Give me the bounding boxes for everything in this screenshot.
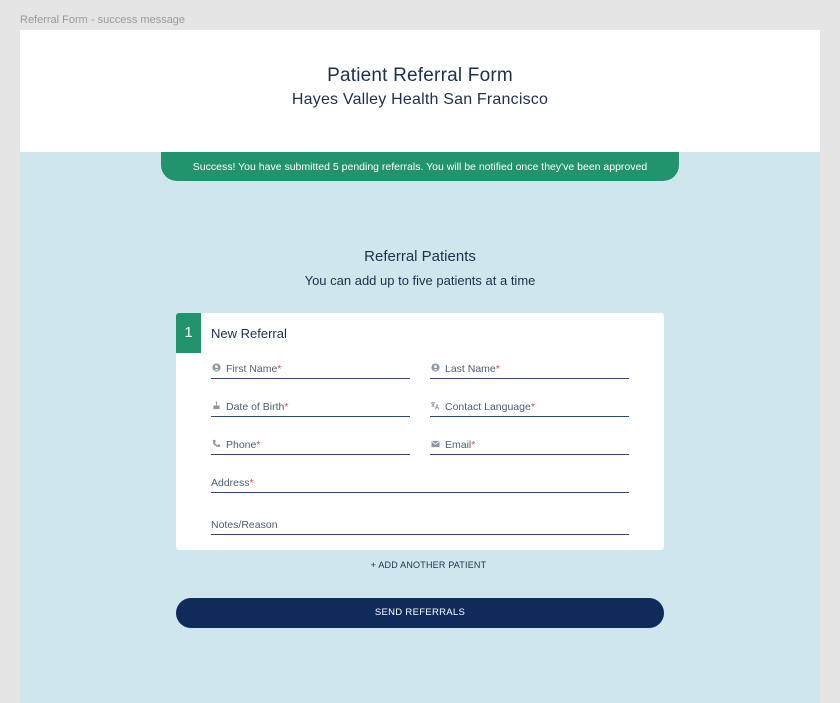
required-marker: *: [284, 401, 289, 413]
person-icon: [211, 363, 221, 374]
section-subtitle: You can add up to five patients at a tim…: [304, 273, 536, 288]
date-of-birth-field[interactable]: Date of Birth*: [211, 394, 410, 417]
phone-field[interactable]: Phone*: [211, 432, 410, 455]
referral-page: Patient Referral Form Hayes Valley Healt…: [20, 30, 820, 703]
referral-card: 1 New Referral First Name* Last Name* Da…: [176, 313, 664, 550]
first-name-label: First Name: [226, 363, 278, 375]
envelope-icon: [430, 440, 440, 450]
required-marker: *: [249, 477, 254, 489]
address-label: Address: [211, 477, 250, 489]
email-field[interactable]: Email*: [430, 432, 629, 455]
contact-language-field[interactable]: Contact Language*: [430, 394, 629, 417]
card-title: New Referral: [211, 326, 287, 341]
last-name-label: Last Name: [445, 363, 496, 375]
contact-language-label: Contact Language: [445, 401, 531, 413]
required-marker: *: [256, 439, 261, 451]
first-name-field[interactable]: First Name*: [211, 356, 410, 379]
address-field[interactable]: Address*: [211, 470, 629, 493]
clinic-name: Hayes Valley Health San Francisco: [291, 91, 549, 108]
notes-reason-label: Notes/Reason: [211, 519, 278, 531]
required-marker: *: [495, 363, 500, 375]
page-header: Patient Referral Form Hayes Valley Healt…: [20, 30, 820, 152]
step-number-badge: 1: [176, 313, 201, 353]
last-name-field[interactable]: Last Name*: [430, 356, 629, 379]
required-marker: *: [530, 401, 535, 413]
section-title: Referral Patients: [364, 248, 476, 265]
add-another-patient-link[interactable]: + ADD ANOTHER PATIENT: [20, 560, 820, 570]
date-of-birth-label: Date of Birth: [226, 401, 285, 413]
frame-label: Referral Form - success message: [20, 14, 186, 26]
email-label: Email: [445, 439, 472, 451]
translate-icon: [430, 401, 440, 412]
phone-icon: [211, 439, 221, 450]
success-banner: Success! You have submitted 5 pending re…: [161, 152, 679, 181]
phone-label: Phone: [226, 439, 257, 451]
required-marker: *: [277, 363, 282, 375]
required-marker: *: [471, 439, 476, 451]
cake-icon: [211, 401, 221, 412]
send-referrals-button[interactable]: SEND REFERRALS: [176, 598, 664, 628]
person-icon: [430, 363, 440, 374]
page-title: Patient Referral Form: [327, 65, 513, 86]
notes-reason-field[interactable]: Notes/Reason: [211, 512, 629, 535]
